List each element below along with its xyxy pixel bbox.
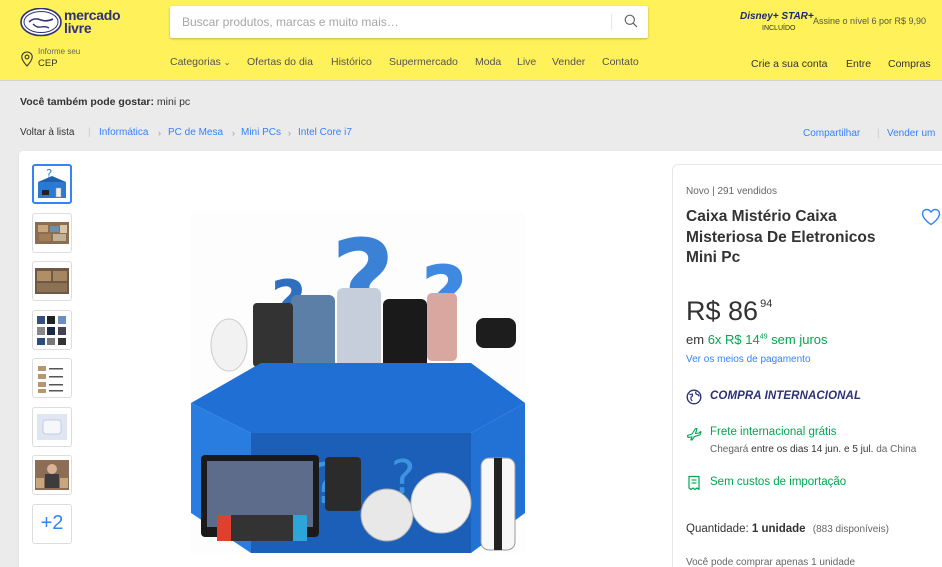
purchase-limit-note: Você pode comprar apenas 1 unidade <box>686 557 856 567</box>
product-card: ? +2 ? ? Novo | 291 vendidos Caixa Misté… <box>19 151 942 567</box>
shipping-eta: Chegará entre os dias 14 jun. e 5 jul. d… <box>710 444 916 455</box>
gallery-thumbnail[interactable] <box>32 455 72 495</box>
quantity-selector[interactable]: Quantidade: 1 unidade (883 disponíveis) <box>686 523 889 535</box>
product-main-image[interactable]: ? ? ? ? ? <box>191 213 525 553</box>
purchases-link[interactable]: Compras <box>888 58 931 70</box>
globe-icon <box>686 389 702 405</box>
airplane-icon <box>686 427 702 441</box>
installments-prefix: em <box>686 332 705 347</box>
header: mercado livre Disney+ STAR+ INCLUÍDO Ass… <box>0 0 942 80</box>
handshake-logo-icon <box>20 7 62 37</box>
breadcrumb-pc-de-mesa[interactable]: PC de Mesa <box>168 127 223 138</box>
quantity-label: Quantidade: <box>686 523 749 535</box>
also-like-suggestion: Você também pode gostar: mini pc <box>20 96 190 108</box>
chevron-right-icon: › <box>288 128 291 138</box>
payment-methods-link[interactable]: Ver os meios de pagamento <box>686 354 811 365</box>
shipping-eta-prefix: Chegará <box>710 444 749 455</box>
person-boxes-thumb-image <box>35 460 69 490</box>
search-icon <box>624 14 638 27</box>
search-button[interactable] <box>614 6 648 38</box>
electronics-grid-thumb-image <box>37 316 66 345</box>
breadcrumb-separator: | <box>877 128 880 139</box>
breadcrumb-separator: | <box>88 127 91 138</box>
nav-historico[interactable]: Histórico <box>331 56 372 68</box>
nav-moda[interactable]: Moda <box>475 56 501 68</box>
cep-value: CEP <box>38 58 58 69</box>
installment-cents: 49 <box>759 333 768 341</box>
installments-count: 6x <box>707 332 722 347</box>
gallery-thumbnail[interactable] <box>32 213 72 253</box>
create-account-link[interactable]: Crie a sua conta <box>751 58 827 70</box>
receipt-icon <box>688 475 700 491</box>
gallery-thumbnail[interactable] <box>32 261 72 301</box>
search-input[interactable] <box>170 6 610 38</box>
price: R$ 86 94 <box>686 296 772 327</box>
heart-icon <box>921 208 941 226</box>
promo-text: Assine o nível 6 por R$ 9,90 <box>813 16 927 26</box>
promo-brand: Disney+ STAR+ <box>740 11 814 22</box>
promo-included: INCLUÍDO <box>762 25 796 32</box>
svg-text:?: ? <box>46 167 52 181</box>
breadcrumb-informatica[interactable]: Informática <box>99 127 148 138</box>
chevron-right-icon: › <box>158 128 161 138</box>
cep-selector[interactable]: Informe seu CEP <box>20 46 100 70</box>
price-cents: 94 <box>760 298 773 310</box>
installments: em 6x R$ 1449 sem juros <box>686 332 828 347</box>
breadcrumb-intel-core-i7[interactable]: Intel Core i7 <box>298 127 352 138</box>
cep-label: Informe seu <box>38 47 81 56</box>
nav-ofertas-do-dia[interactable]: Ofertas do dia <box>247 56 313 68</box>
earbuds-box-thumb-image <box>37 414 67 440</box>
item-list-thumb-image <box>38 366 63 393</box>
gallery-thumbnail[interactable] <box>32 358 72 398</box>
buy-box: Novo | 291 vendidos Caixa Mistério Caixa… <box>672 164 942 567</box>
share-link[interactable]: Compartilhar <box>803 128 860 139</box>
quantity-available: (883 disponíveis) <box>812 524 889 535</box>
shipping-eta-dates: entre os dias 14 jun. e 5 jul. <box>751 444 874 455</box>
nav-vender[interactable]: Vender <box>552 56 585 68</box>
location-pin-icon <box>21 51 33 67</box>
chevron-right-icon: › <box>232 128 235 138</box>
search-divider <box>611 14 612 30</box>
gallery-thumbnail[interactable]: ? <box>32 164 72 204</box>
installments-suffix: sem juros <box>771 332 828 347</box>
nav-live[interactable]: Live <box>517 56 536 68</box>
shipping-title[interactable]: Frete internacional grátis <box>710 426 837 438</box>
boxes-pile-thumb-image <box>35 222 69 244</box>
mystery-box-thumb-image: ? <box>38 167 66 198</box>
no-import-costs: Sem custos de importação <box>710 476 847 488</box>
nav-categorias[interactable]: Categorias ⌄ <box>170 56 230 68</box>
gallery-thumbnail[interactable] <box>32 407 72 447</box>
login-link[interactable]: Entre <box>846 58 871 70</box>
quantity-value: 1 unidade <box>751 523 806 535</box>
shipping-eta-origin: da China <box>876 444 917 455</box>
favorite-button[interactable] <box>921 208 941 226</box>
breadcrumb-mini-pcs[interactable]: Mini PCs <box>241 127 281 138</box>
also-like-label: Você também pode gostar: <box>20 96 154 108</box>
price-integer: 86 <box>728 296 759 326</box>
international-purchase-label: COMPRA INTERNACIONAL <box>710 390 862 402</box>
price-currency: R$ <box>686 296 721 326</box>
also-like-value[interactable]: mini pc <box>157 96 190 108</box>
logo-wordmark[interactable]: mercado livre <box>64 8 121 35</box>
sell-one-link[interactable]: Vender um <box>887 128 935 139</box>
gallery-thumbnail[interactable] <box>32 310 72 350</box>
installment-value: R$ 14 <box>725 332 760 347</box>
nav-contato[interactable]: Contato <box>602 56 639 68</box>
back-to-list-link[interactable]: Voltar à lista <box>20 127 74 138</box>
product-title: Caixa Mistério Caixa Misteriosa De Eletr… <box>686 208 876 266</box>
search-box <box>170 6 648 38</box>
warehouse-thumb-image <box>35 268 69 294</box>
chevron-down-icon: ⌄ <box>223 58 231 67</box>
condition-and-sold: Novo | 291 vendidos <box>686 186 777 197</box>
nav-supermercado[interactable]: Supermercado <box>389 56 458 68</box>
more-images-count: +2 <box>40 512 64 534</box>
gallery-more-images[interactable]: +2 <box>32 504 72 544</box>
